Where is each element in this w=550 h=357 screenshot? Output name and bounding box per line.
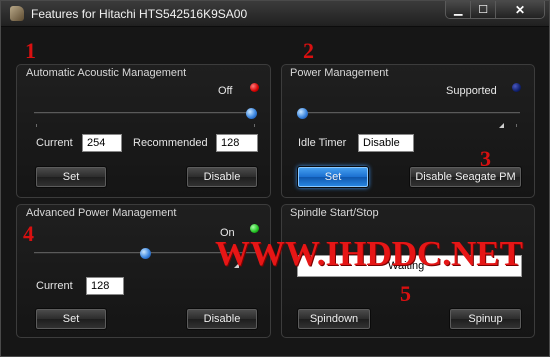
apm-current-field[interactable]: 128 — [86, 277, 124, 295]
watermark-text: WWW.IHDDC.NET — [215, 234, 523, 273]
aam-status-text: Off — [218, 85, 233, 97]
aam-recommended-field[interactable]: 128 — [216, 134, 258, 152]
pm-set-button[interactable]: Set — [297, 166, 369, 188]
apm-current-label: Current — [36, 280, 73, 292]
minimize-button[interactable]: ▁ — [446, 1, 472, 18]
aam-disable-button[interactable]: Disable — [186, 166, 258, 188]
aam-current-field[interactable]: 254 — [82, 134, 122, 152]
apm-disable-button[interactable]: Disable — [186, 308, 258, 330]
aam-title: Automatic Acoustic Management — [26, 67, 187, 79]
aam-group: Automatic Acoustic Management Off Curren… — [16, 64, 271, 198]
annotation-number-5: 5 — [400, 281, 411, 306]
annotation-number-4: 4 — [23, 221, 34, 246]
pm-idle-timer-label: Idle Timer — [298, 137, 347, 149]
spindown-button[interactable]: Spindown — [297, 308, 371, 330]
pm-status-text: Supported — [446, 85, 497, 97]
aam-recommended-label: Recommended — [133, 137, 208, 149]
aam-current-label: Current — [36, 137, 73, 149]
maximize-button[interactable]: ☐ — [471, 1, 496, 18]
apm-status-led-icon — [250, 224, 259, 233]
aam-slider-thumb[interactable] — [246, 108, 257, 119]
window-title: Features for Hitachi HTS542516K9SA00 — [31, 7, 248, 21]
pm-disable-seagate-button[interactable]: Disable Seagate PM — [409, 166, 522, 188]
spindle-title: Spindle Start/Stop — [290, 207, 379, 219]
annotation-number-3: 3 — [480, 146, 491, 171]
pm-slider-thumb[interactable] — [297, 108, 308, 119]
apm-slider-thumb[interactable] — [140, 248, 151, 259]
pm-slider-tick — [516, 124, 517, 127]
apm-title: Advanced Power Management — [26, 207, 177, 219]
pm-slider-track[interactable] — [297, 112, 520, 114]
pm-slider-marker-icon — [499, 123, 504, 128]
aam-status-led-icon — [250, 83, 259, 92]
aam-slider-track[interactable] — [34, 112, 257, 114]
spinup-button[interactable]: Spinup — [449, 308, 522, 330]
features-window: Features for Hitachi HTS542516K9SA00 ▁ ☐… — [0, 0, 550, 357]
aam-slider-tick — [254, 124, 255, 127]
close-button[interactable]: ✕ — [496, 1, 544, 18]
annotation-number-1: 1 — [25, 38, 36, 63]
aam-slider-tick — [36, 124, 37, 127]
pm-title: Power Management — [290, 67, 389, 79]
pm-idle-timer-field[interactable]: Disable — [358, 134, 414, 152]
annotation-number-2: 2 — [303, 38, 314, 63]
aam-set-button[interactable]: Set — [35, 166, 107, 188]
title-bar[interactable]: Features for Hitachi HTS542516K9SA00 ▁ ☐… — [1, 1, 549, 27]
pm-status-led-icon — [512, 83, 521, 92]
power-management-group: Power Management Supported Idle Timer Di… — [281, 64, 535, 198]
window-controls: ▁ ☐ ✕ — [445, 1, 545, 19]
hard-drive-app-icon — [10, 6, 24, 21]
apm-set-button[interactable]: Set — [35, 308, 107, 330]
